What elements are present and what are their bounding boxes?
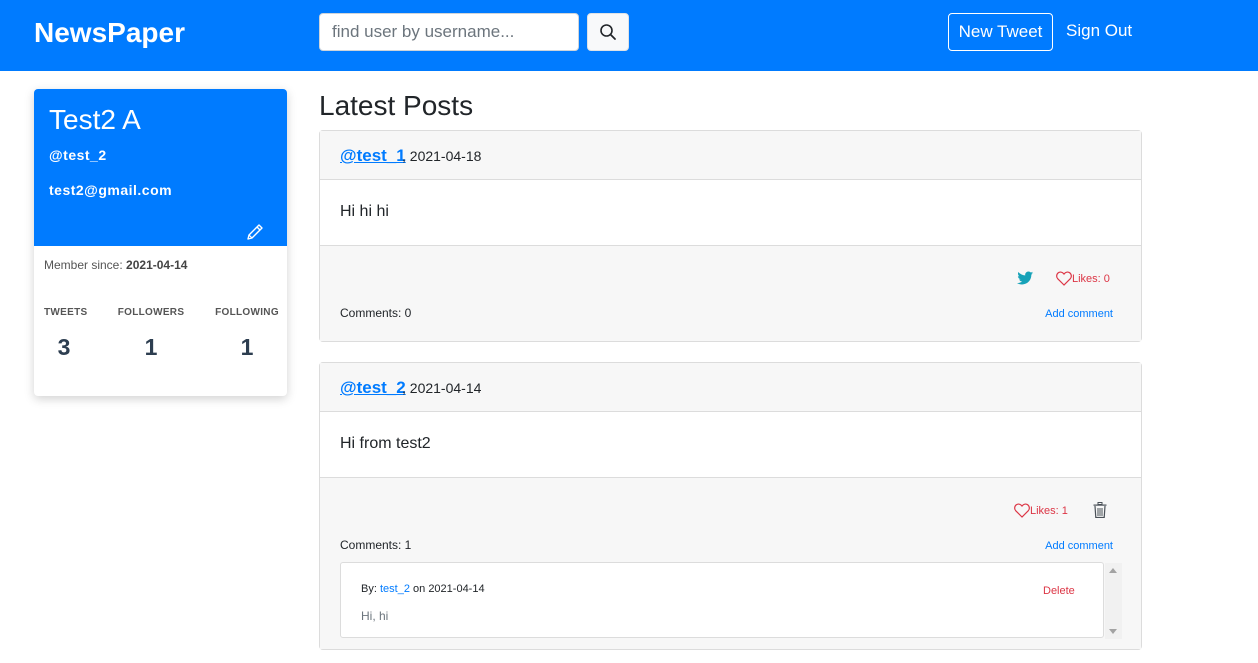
post-footer: Likes: 1 Comments: 1 Add comment By: tes…	[320, 477, 1141, 649]
member-since-label: Member since:	[44, 258, 123, 272]
comments-count: Comments: 1	[340, 538, 412, 552]
stat-value: 1	[144, 334, 158, 360]
add-comment-link[interactable]: Add comment	[1045, 540, 1113, 552]
delete-comment-button[interactable]: Delete	[1043, 585, 1075, 597]
post-card: @test_1 , 2021-04-18 Hi hi hi Likes: 0 C…	[319, 130, 1142, 342]
heart-icon	[1014, 503, 1030, 518]
like-button[interactable]: Likes: 1	[1014, 503, 1068, 518]
post-date: , 2021-04-14	[402, 380, 482, 396]
new-tweet-button[interactable]: New Tweet	[948, 13, 1053, 51]
post-header: @test_2 , 2021-04-14	[320, 363, 1141, 412]
comment-text: Hi, hi	[361, 609, 389, 623]
stat-label: FOLLOWING	[215, 307, 279, 318]
profile-username: @test_2	[49, 147, 107, 163]
comment-date: 2021-04-14	[428, 583, 485, 595]
post-date: , 2021-04-18	[402, 148, 482, 164]
stat-label: TWEETS	[44, 307, 88, 318]
post-body: Hi hi hi	[340, 203, 389, 220]
sign-out-link[interactable]: Sign Out	[1066, 21, 1132, 41]
post-author-link[interactable]: @test_2	[340, 378, 406, 398]
profile-name: Test2 A	[49, 104, 141, 135]
trash-icon[interactable]	[1093, 502, 1107, 518]
stat-following[interactable]: FOLLOWING 1	[212, 307, 282, 361]
comments-count: Comments: 0	[340, 306, 412, 320]
profile-card: Test2 A @test_2 test2@gmail.com Member s…	[34, 89, 287, 396]
stat-value: 3	[57, 334, 71, 360]
comment-item: By: test_2 on 2021-04-14 Hi, hi Delete	[340, 562, 1122, 639]
search-icon	[600, 24, 616, 40]
post-author-link[interactable]: @test_1	[340, 146, 406, 166]
like-button[interactable]: Likes: 0	[1056, 271, 1110, 286]
stat-tweets[interactable]: TWEETS 3	[44, 307, 88, 361]
comment-user-link[interactable]: test_2	[380, 583, 410, 595]
post-header: @test_1 , 2021-04-18	[320, 131, 1141, 180]
comment-meta: By: test_2 on 2021-04-14	[361, 583, 485, 595]
comments-scrollbar[interactable]	[1105, 563, 1122, 639]
add-comment-link[interactable]: Add comment	[1045, 308, 1113, 320]
post-body: Hi from test2	[340, 435, 431, 452]
pencil-icon[interactable]	[245, 222, 265, 242]
search-button[interactable]	[587, 13, 629, 51]
likes-count: Likes: 0	[1072, 272, 1110, 285]
search-input[interactable]	[319, 13, 579, 51]
stat-label: FOLLOWERS	[117, 307, 185, 318]
heart-icon	[1056, 271, 1072, 286]
post-card: @test_2 , 2021-04-14 Hi from test2 Likes…	[319, 362, 1142, 650]
post-footer: Likes: 0 Comments: 0 Add comment	[320, 245, 1141, 341]
profile-email: test2@gmail.com	[49, 182, 173, 198]
scroll-up-icon[interactable]	[1109, 568, 1117, 573]
brand-logo[interactable]: NewsPaper	[34, 17, 185, 49]
navbar: NewsPaper New Tweet Sign Out	[0, 0, 1258, 71]
twitter-icon[interactable]	[1017, 271, 1034, 286]
stat-value: 1	[240, 334, 254, 360]
scroll-down-icon[interactable]	[1109, 629, 1117, 634]
page-title: Latest Posts	[319, 90, 474, 121]
member-since: Member since: 2021-04-14	[44, 258, 187, 272]
stat-followers[interactable]: FOLLOWERS 1	[116, 307, 186, 361]
likes-count: Likes: 1	[1030, 504, 1068, 517]
profile-header: Test2 A @test_2 test2@gmail.com	[34, 89, 287, 246]
member-since-date: 2021-04-14	[126, 258, 188, 272]
